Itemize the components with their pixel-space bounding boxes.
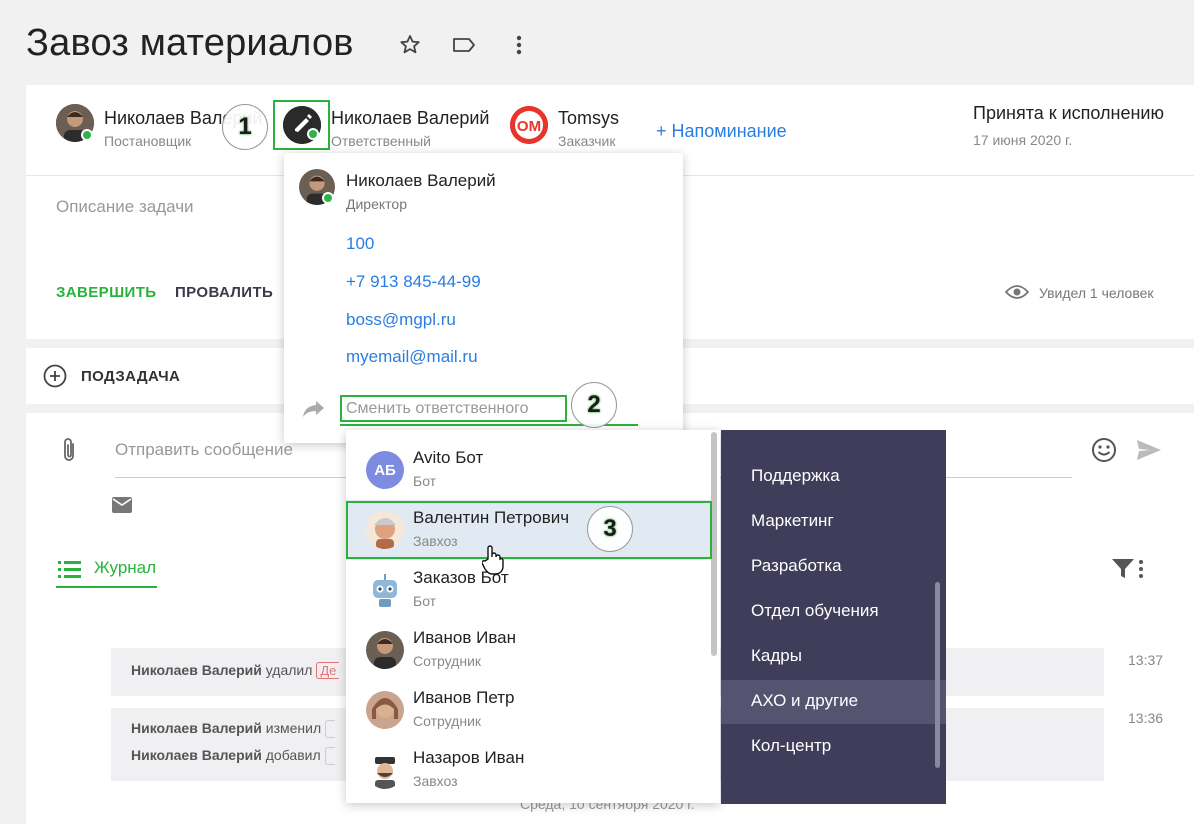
department-item[interactable]: Кол-центр: [751, 736, 831, 756]
user-name: Avito Бот: [413, 448, 484, 467]
more-vert-icon[interactable]: [1137, 558, 1145, 587]
user-item[interactable]: Заказов Бот Бот: [346, 560, 712, 620]
department-item[interactable]: Разработка: [751, 556, 842, 576]
user-role: Бот: [413, 473, 437, 489]
annotation-2: 2: [571, 382, 617, 428]
log-row: Николаев Валерий изменил: [131, 720, 336, 739]
message-input[interactable]: Отправить сообщение: [115, 440, 293, 460]
user-name: Назаров Иван: [413, 748, 525, 767]
department-item[interactable]: Кадры: [751, 646, 802, 666]
scrollbar[interactable]: [935, 582, 940, 768]
page-title: Завоз материалов: [26, 22, 354, 64]
fail-button[interactable]: ПРОВАЛИТЬ: [175, 284, 273, 301]
creator-role: Постановщик: [104, 133, 192, 149]
attach-icon[interactable]: [60, 436, 78, 469]
highlight-frame-3: [346, 501, 712, 559]
user-avatar: [366, 631, 404, 669]
responsible-name[interactable]: Николаев Валерий: [331, 108, 489, 129]
tab-underline: [56, 586, 157, 588]
complete-button[interactable]: ЗАВЕРШИТЬ: [56, 284, 156, 301]
log-action: удалил: [265, 662, 313, 678]
highlight-frame-2: [340, 395, 567, 422]
tag-icon[interactable]: [451, 32, 477, 58]
popup-position: Директор: [346, 196, 407, 212]
log-action: изменил: [265, 720, 322, 736]
log-author[interactable]: Николаев Валерий: [131, 747, 262, 763]
log-row: Николаев Валерий удалил Де: [131, 662, 340, 679]
user-role: Сотрудник: [413, 713, 482, 729]
user-name: Иванов Петр: [413, 688, 515, 707]
add-circle-icon[interactable]: [43, 364, 67, 393]
annotation-1: 1: [222, 104, 268, 150]
status-date: 17 июня 2020 г.: [973, 132, 1073, 148]
more-vert-icon[interactable]: [506, 32, 532, 58]
user-item[interactable]: Назаров Иван Завхоз: [346, 740, 712, 800]
hand-cursor-icon: [481, 545, 504, 580]
user-item[interactable]: Иванов Петр Сотрудник: [346, 680, 712, 740]
customer-name[interactable]: Tomsys: [558, 108, 619, 129]
user-role: Сотрудник: [413, 653, 482, 669]
forward-icon: [302, 399, 326, 424]
user-role: Бот: [413, 593, 437, 609]
robot-avatar: [366, 571, 404, 609]
log-chip: [324, 747, 335, 766]
description-field[interactable]: Описание задачи: [56, 197, 194, 217]
online-indicator: [322, 192, 334, 204]
department-item-active[interactable]: АХО и другие: [751, 691, 858, 711]
online-indicator: [81, 129, 93, 141]
user-avatar: [366, 751, 404, 789]
customer-logo[interactable]: OM: [510, 106, 548, 144]
log-row: Николаев Валерий добавил: [131, 747, 335, 766]
user-name: Иванов Иван: [413, 628, 517, 647]
add-reminder-link[interactable]: + Напоминание: [656, 121, 787, 142]
subtask-button[interactable]: ПОДЗАДАЧА: [81, 368, 180, 385]
user-role: Завхоз: [413, 773, 458, 789]
log-time: 13:36: [1128, 710, 1164, 726]
department-item[interactable]: Отдел обучения: [751, 601, 879, 621]
tab-journal[interactable]: Журнал: [94, 558, 156, 578]
online-indicator: [307, 128, 319, 140]
log-badge: Де: [316, 662, 340, 679]
seen-count: Увидел 1 человек: [1039, 285, 1154, 301]
department-item[interactable]: Маркетинг: [751, 511, 834, 531]
contact-extension[interactable]: 100: [346, 234, 374, 254]
log-author[interactable]: Николаев Валерий: [131, 662, 262, 678]
contact-phone[interactable]: +7 913 845-44-99: [346, 272, 481, 292]
emoji-icon[interactable]: [1091, 437, 1117, 468]
customer-role: Заказчик: [558, 133, 616, 149]
log-action: добавил: [265, 747, 321, 763]
star-icon[interactable]: [397, 32, 423, 58]
contact-email-2[interactable]: myemail@mail.ru: [346, 347, 478, 367]
list-icon[interactable]: [58, 560, 82, 585]
log-chip: [325, 720, 336, 739]
status-text: Принята к исполнению: [973, 103, 1164, 123]
department-panel: Поддержка Маркетинг Разработка Отдел обу…: [721, 430, 946, 804]
user-item[interactable]: Иванов Иван Сотрудник: [346, 620, 712, 680]
user-item[interactable]: АБ Avito Бот Бот: [346, 440, 712, 500]
popup-name: Николаев Валерий: [346, 171, 496, 190]
contact-email[interactable]: boss@mgpl.ru: [346, 310, 456, 330]
user-avatar: [366, 691, 404, 729]
filter-icon[interactable]: [1111, 558, 1135, 585]
user-initials-avatar: АБ: [366, 451, 404, 489]
mail-icon[interactable]: [112, 497, 132, 518]
annotation-3: 3: [587, 506, 633, 552]
department-item[interactable]: Поддержка: [751, 466, 840, 486]
send-icon[interactable]: [1135, 438, 1163, 467]
log-time: 13:37: [1128, 652, 1164, 668]
eye-icon: [1004, 282, 1030, 307]
log-author[interactable]: Николаев Валерий: [131, 720, 262, 736]
user-list-dropdown: АБ Avito Бот Бот Валентин Петрович Завхо…: [346, 430, 720, 803]
customer-logo-text: OM: [517, 118, 541, 135]
responsible-role: Ответственный: [331, 133, 431, 149]
